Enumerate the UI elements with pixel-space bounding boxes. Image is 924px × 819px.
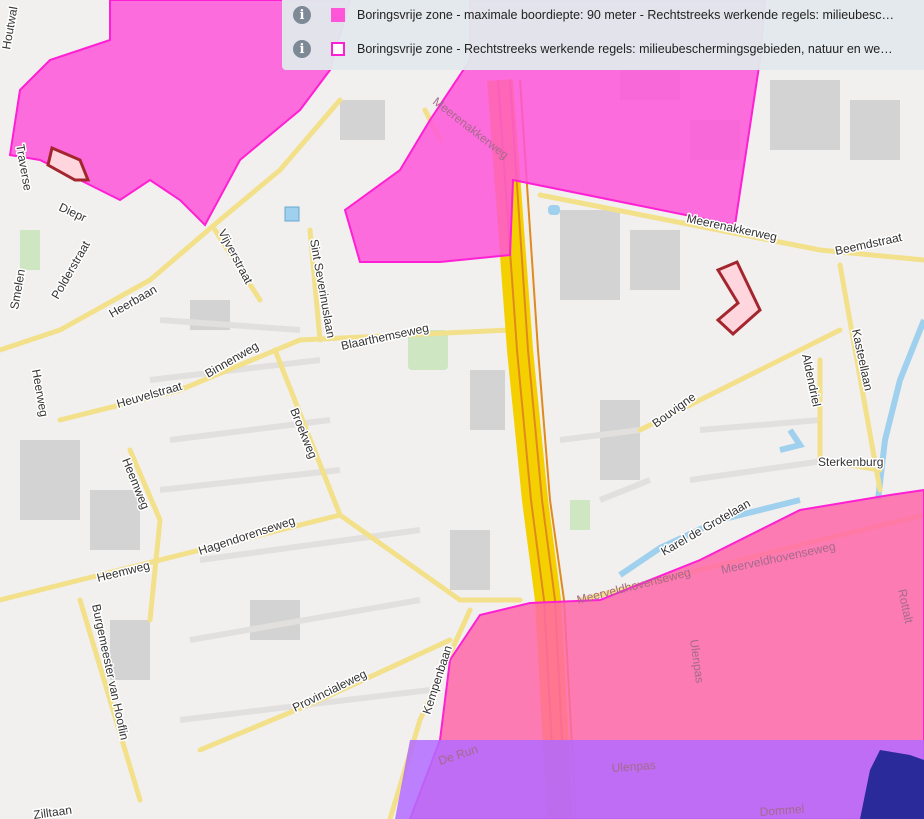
swatch-outline [331, 42, 345, 56]
legend-item-label: Boringsvrije zone - maximale boordiepte:… [357, 8, 895, 22]
info-icon[interactable]: i [293, 40, 311, 58]
legend-panel: i Boringsvrije zone - maximale boordiept… [282, 0, 924, 70]
legend-item-outline-zone[interactable]: i Boringsvrije zone - Rechtstreeks werke… [282, 34, 924, 64]
label-sterkenburg: Sterkenburg [818, 455, 883, 469]
info-icon[interactable]: i [293, 6, 311, 24]
pond-small [548, 205, 560, 215]
legend-item-filled-zone[interactable]: i Boringsvrije zone - maximale boordiept… [282, 0, 924, 30]
map-canvas[interactable]: Houtwal Traverse Diepr Polderstraat Smel… [0, 0, 924, 819]
pond [284, 206, 300, 222]
swatch-filled [331, 8, 345, 22]
legend-item-label: Boringsvrije zone - Rechtstreeks werkend… [357, 42, 893, 56]
